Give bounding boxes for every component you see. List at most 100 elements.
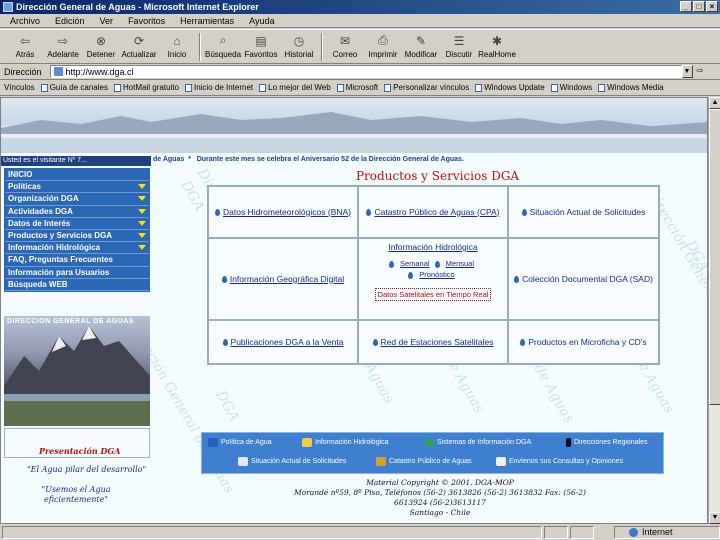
water-drop-icon bbox=[372, 338, 378, 346]
link-item[interactable]: Guía de canales bbox=[40, 83, 108, 92]
banner-image bbox=[1, 98, 707, 153]
address-dropdown-button[interactable]: ▼ bbox=[681, 65, 693, 78]
chevron-down-icon bbox=[138, 196, 146, 202]
links-label: Vínculos bbox=[4, 83, 35, 92]
bottom-link-regionales[interactable]: Direcciones Regionales bbox=[566, 438, 648, 447]
page-icon bbox=[550, 83, 558, 92]
menu-ayuda[interactable]: Ayuda bbox=[249, 16, 274, 26]
menu-favoritos[interactable]: Favoritos bbox=[128, 16, 165, 26]
link-tiempo-real[interactable]: Datos Satelitales en Tiempo Real bbox=[374, 288, 492, 301]
menu-bar: Archivo Edición Ver Favoritos Herramient… bbox=[0, 14, 720, 28]
link-item[interactable]: Personalizar vínculos bbox=[384, 83, 469, 92]
address-input[interactable]: http://www.dga.cl bbox=[49, 65, 682, 78]
forward-button[interactable]: ⇨ Adelante bbox=[44, 30, 82, 63]
product-microficha[interactable]: Productos en Microficha y CD's bbox=[508, 320, 659, 364]
internet-globe-icon bbox=[629, 527, 638, 537]
bottom-links-bar: Política de Agua Información Hidrológica… bbox=[201, 432, 664, 474]
product-sad[interactable]: Colección Documental DGA (SAD) bbox=[508, 238, 659, 320]
favorites-button[interactable]: ▤ Favoritos bbox=[242, 30, 280, 63]
link-semanal[interactable]: Semanal bbox=[400, 259, 430, 268]
print-button[interactable]: ⎙ Imprimir bbox=[364, 30, 402, 63]
presentation-link[interactable]: Presentación DGA bbox=[39, 446, 120, 456]
water-drop-icon bbox=[514, 275, 520, 283]
side-menu-politicas[interactable]: Políticas bbox=[5, 181, 149, 194]
page-viewport: Dirección General de Aguas Dirección Gen… bbox=[0, 97, 708, 524]
bottom-link-hidrologica[interactable]: Información Hidrológica bbox=[302, 438, 389, 447]
bottom-link-consultas[interactable]: Envíenos sus Consultas y Opiniones bbox=[496, 457, 623, 466]
bottom-link-politica[interactable]: Política de Agua bbox=[208, 438, 272, 447]
search-button[interactable]: ⌕ Búsqueda bbox=[204, 30, 242, 63]
scroll-down-button[interactable]: ▼ bbox=[709, 512, 720, 524]
link-item[interactable]: HotMail gratuito bbox=[113, 83, 179, 92]
side-menu-datos[interactable]: Datos de Interés bbox=[5, 217, 149, 230]
toolbar: ⇦ Atrás ⇨ Adelante ⊗ Detener ⟳ Actualizar ⌂ I… bbox=[0, 29, 720, 64]
water-drop-icon bbox=[366, 208, 372, 216]
refresh-button[interactable]: ⟳ Actualizar bbox=[120, 30, 158, 63]
footer-address: Morandé nº59, 8º Piso, Teléfonos (56-2) … bbox=[294, 488, 586, 497]
product-estaciones[interactable]: Red de Estaciones Satelitales bbox=[358, 320, 508, 364]
refresh-icon: ⟳ bbox=[133, 33, 145, 48]
link-mensual[interactable]: Mensual bbox=[446, 259, 474, 268]
product-publicaciones[interactable]: Publicaciones DGA a la Venta bbox=[208, 320, 358, 364]
side-menu-busqueda[interactable]: Búsqueda WEB bbox=[5, 278, 149, 291]
hidrologica-title[interactable]: Información Hidrológica bbox=[388, 242, 477, 253]
link-item[interactable]: Lo mejor del Web bbox=[259, 83, 331, 92]
stop-button[interactable]: ⊗ Detener bbox=[82, 30, 120, 63]
minimize-button[interactable]: _ bbox=[680, 1, 692, 12]
address-url: http://www.dga.cl bbox=[65, 66, 134, 77]
water-drop-icon bbox=[221, 275, 227, 283]
link-pronostico[interactable]: Pronóstico bbox=[419, 270, 454, 279]
scroll-thumb[interactable] bbox=[709, 109, 720, 405]
vertical-scrollbar[interactable]: ▲ ▼ bbox=[708, 97, 720, 524]
scroll-up-button[interactable]: ▲ bbox=[709, 97, 720, 109]
menu-ver[interactable]: Ver bbox=[100, 16, 114, 26]
menu-archivo[interactable]: Archivo bbox=[10, 16, 40, 26]
ie-logo-icon bbox=[3, 2, 13, 12]
product-cpa[interactable]: Catastro Público de Aguas (CPA) bbox=[358, 186, 508, 238]
water-drop-icon bbox=[214, 208, 220, 216]
footer-phones: 6613924 (56-2)3613117 bbox=[394, 498, 486, 507]
product-bna[interactable]: Datos Hidrometeorológicos (BNA) bbox=[208, 186, 358, 238]
water-drop-icon bbox=[208, 438, 218, 447]
side-menu-inicio[interactable]: INICIO bbox=[5, 169, 149, 182]
side-menu-hidrologica[interactable]: Información Hidrológica bbox=[5, 242, 149, 255]
water-drop-icon bbox=[222, 338, 228, 346]
edit-button[interactable]: ✎ Modificar bbox=[402, 30, 440, 63]
discuss-button[interactable]: ☰ Discutir bbox=[440, 30, 478, 63]
back-button[interactable]: ⇦ Atrás bbox=[6, 30, 44, 63]
side-menu-organizacion[interactable]: Organización DGA bbox=[5, 193, 149, 206]
go-arrow-icon[interactable]: ⇨ bbox=[697, 66, 711, 78]
favorites-icon: ▤ bbox=[255, 33, 267, 48]
truck-icon bbox=[376, 457, 386, 466]
search-icon: ⌕ bbox=[219, 33, 227, 47]
page-icon bbox=[475, 83, 483, 92]
bottom-link-solicitudes[interactable]: Situación Actual de Solicitudes bbox=[238, 457, 346, 466]
forward-arrow-icon: ⇨ bbox=[57, 33, 69, 48]
presentation-banner[interactable]: Presentación DGA bbox=[4, 428, 150, 458]
mail-button[interactable]: ✉ Correo bbox=[326, 30, 364, 63]
maximize-button[interactable]: □ bbox=[693, 1, 705, 12]
window-title: Dirección General de Aguas - Microsoft I… bbox=[16, 2, 259, 12]
link-item[interactable]: Windows Media bbox=[598, 83, 664, 92]
status-pane bbox=[544, 525, 568, 539]
close-button[interactable]: × bbox=[706, 1, 718, 12]
menu-edicion[interactable]: Edición bbox=[55, 16, 85, 26]
link-item[interactable]: Windows bbox=[550, 83, 592, 92]
menu-herramientas[interactable]: Herramientas bbox=[180, 16, 234, 26]
links-bar: Vínculos Guía de canales HotMail gratuit… bbox=[0, 80, 720, 96]
bottom-link-catastro[interactable]: Catastro Público de Aguas bbox=[376, 457, 472, 466]
home-button[interactable]: ⌂ Inicio bbox=[158, 30, 196, 63]
side-menu-actividades[interactable]: Actividades DGA bbox=[5, 205, 149, 218]
product-geografica[interactable]: Información Geográfica Digital bbox=[208, 238, 358, 320]
bottom-link-sistemas[interactable]: Sistemas de Información DGA bbox=[424, 438, 531, 447]
realhome-button[interactable]: ✱ RealHome bbox=[478, 30, 516, 63]
link-item[interactable]: Windows Update bbox=[475, 83, 545, 92]
side-menu-usuarios[interactable]: Información para Usuarios bbox=[5, 266, 149, 279]
side-menu-faq[interactable]: FAQ, Preguntas Frecuentes bbox=[5, 254, 149, 267]
product-solicitudes[interactable]: Situación Actual de Solicitudes bbox=[508, 186, 659, 238]
side-menu-productos[interactable]: Productos y Servicios DGA bbox=[5, 229, 149, 243]
link-item[interactable]: Microsoft bbox=[336, 83, 378, 92]
history-button[interactable]: ◷ Historial bbox=[280, 30, 318, 63]
products-grid: Datos Hidrometeorológicos (BNA) Catastro… bbox=[207, 185, 660, 365]
link-item[interactable]: Inicio de Internet bbox=[184, 83, 253, 92]
